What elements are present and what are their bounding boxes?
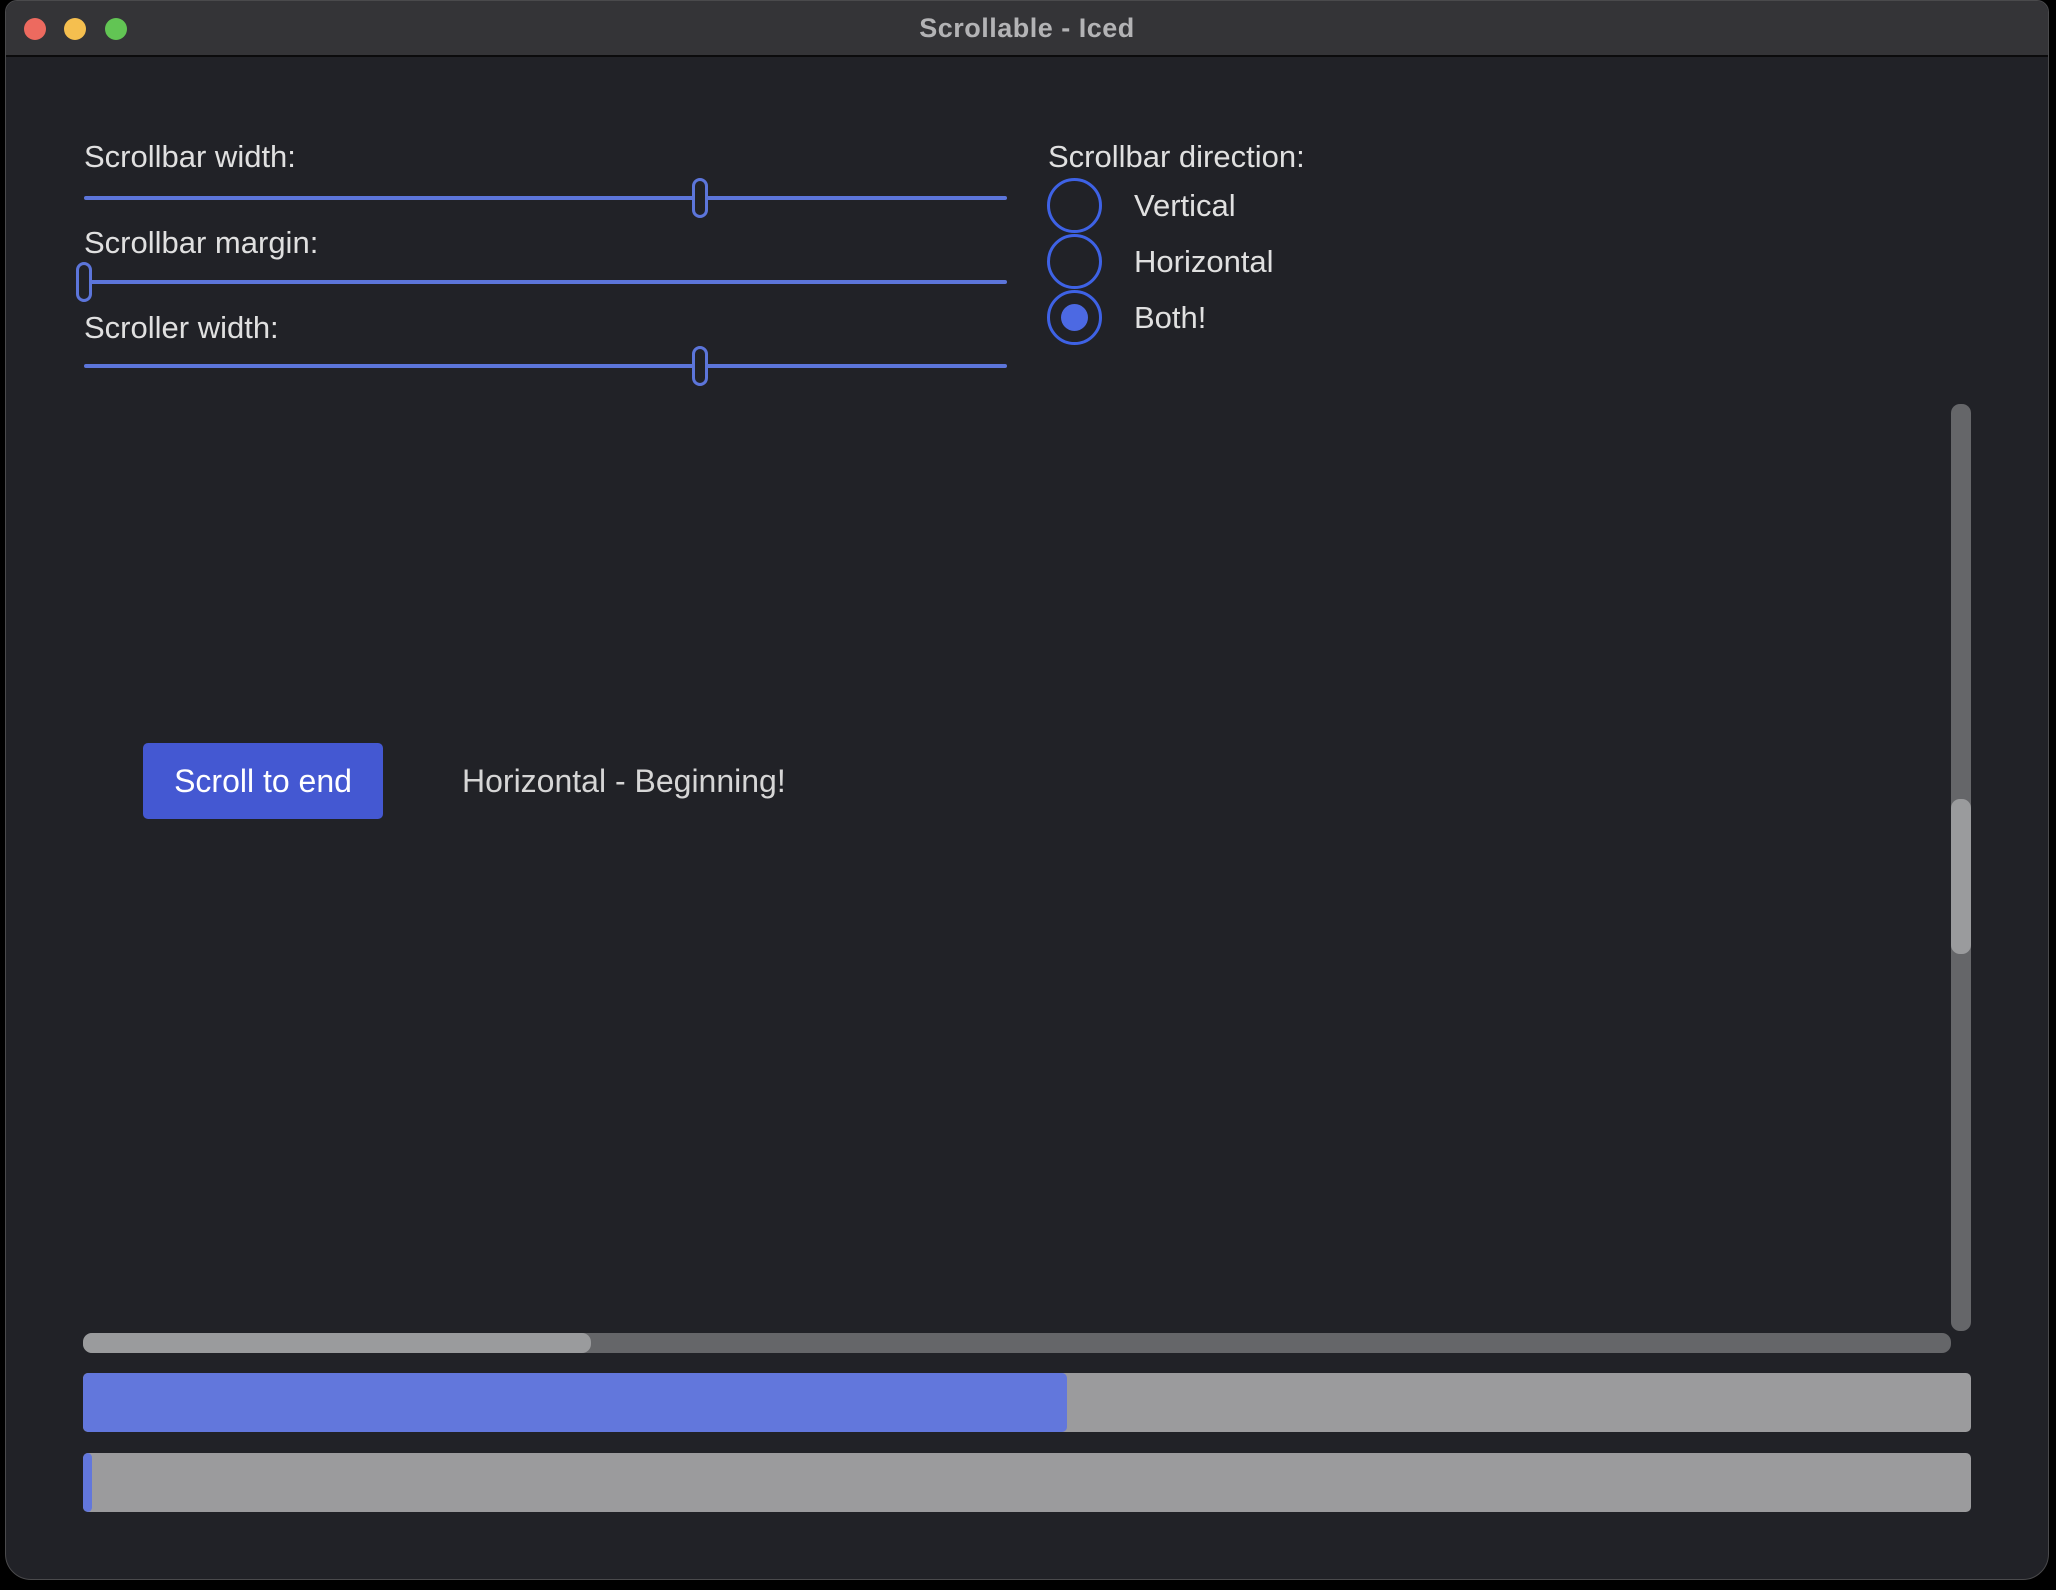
scrollbar-margin-slider-handle[interactable] bbox=[76, 262, 92, 302]
radio-option-both[interactable]: Both! bbox=[1047, 290, 1206, 345]
vertical-progress-bar bbox=[83, 1453, 1971, 1512]
vertical-progress-fill bbox=[83, 1453, 92, 1512]
scrollbar-direction-label: Scrollbar direction: bbox=[1048, 141, 1305, 172]
scrollbar-width-label: Scrollbar width: bbox=[84, 141, 296, 172]
radio-option-label: Vertical bbox=[1134, 188, 1236, 224]
radio-option-horizontal[interactable]: Horizontal bbox=[1047, 234, 1274, 289]
radio-option-vertical[interactable]: Vertical bbox=[1047, 178, 1236, 233]
scrollbar-margin-label: Scrollbar margin: bbox=[84, 227, 318, 258]
vertical-scrollbar-thumb[interactable] bbox=[1951, 799, 1971, 954]
scrollbar-margin-slider[interactable] bbox=[84, 280, 1007, 284]
radio-dot-icon bbox=[1061, 304, 1088, 331]
radio-option-label: Horizontal bbox=[1134, 244, 1274, 280]
window-title: Scrollable - Iced bbox=[919, 13, 1135, 44]
horizontal-progress-fill bbox=[83, 1373, 1067, 1432]
scroller-width-slider[interactable] bbox=[84, 364, 1007, 368]
scroll-to-end-button[interactable]: Scroll to end bbox=[143, 743, 383, 819]
scroll-status-text: Horizontal - Beginning! bbox=[462, 743, 786, 819]
radio-circle-icon bbox=[1047, 290, 1102, 345]
horizontal-progress-bar bbox=[83, 1373, 1971, 1432]
close-button[interactable] bbox=[24, 18, 46, 40]
app-window: Scrollable - Iced Scrollbar width: Scrol… bbox=[5, 0, 2049, 1580]
horizontal-scrollbar-thumb[interactable] bbox=[83, 1333, 591, 1353]
radio-circle-icon bbox=[1047, 178, 1102, 233]
radio-option-label: Both! bbox=[1134, 300, 1206, 336]
radio-circle-icon bbox=[1047, 234, 1102, 289]
scroller-width-slider-handle[interactable] bbox=[692, 346, 708, 386]
minimize-button[interactable] bbox=[64, 18, 86, 40]
scroller-width-label: Scroller width: bbox=[84, 312, 279, 343]
vertical-scrollbar-rail[interactable] bbox=[1951, 404, 1971, 1331]
scrollbar-width-slider[interactable] bbox=[84, 196, 1007, 200]
horizontal-scrollbar-rail[interactable] bbox=[83, 1333, 1951, 1353]
zoom-button[interactable] bbox=[105, 18, 127, 40]
title-bar: Scrollable - Iced bbox=[6, 1, 2048, 57]
scrollbar-width-slider-handle[interactable] bbox=[692, 178, 708, 218]
